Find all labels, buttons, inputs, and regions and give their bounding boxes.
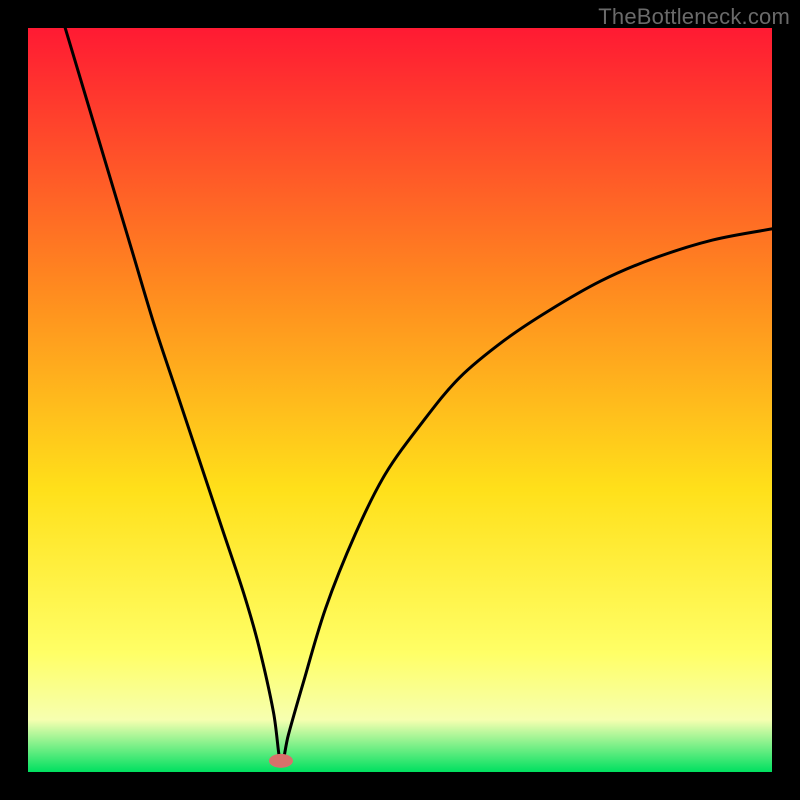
chart-frame [28, 28, 772, 772]
watermark-text: TheBottleneck.com [598, 4, 790, 30]
optimal-marker [269, 754, 293, 768]
bottleneck-chart [28, 28, 772, 772]
gradient-background [28, 28, 772, 772]
